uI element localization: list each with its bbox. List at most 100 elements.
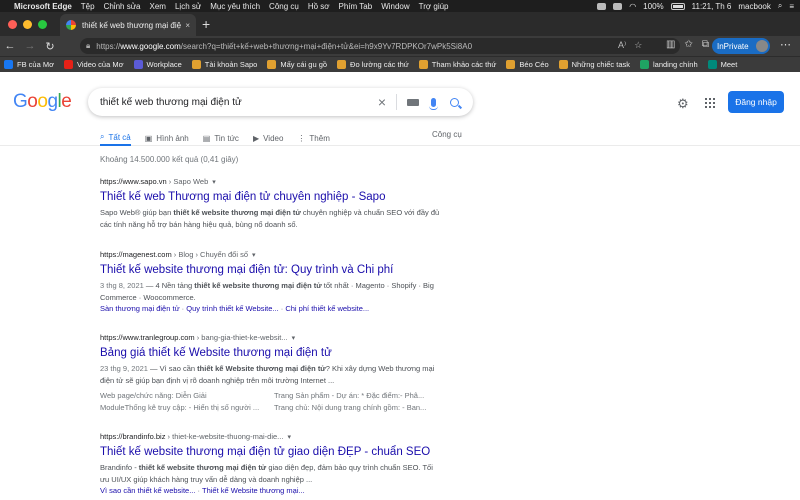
sitelink[interactable]: Sàn thương mại điện tử — [100, 304, 180, 313]
result-title[interactable]: Thiết kế website thương mại điện tử: Quy… — [100, 264, 440, 276]
status-icon[interactable] — [613, 2, 623, 10]
logo-letter: o — [37, 91, 48, 112]
user-name[interactable]: macbook — [738, 2, 770, 11]
favorite-folder-google[interactable]: Mấy cái gu gồ — [267, 60, 327, 69]
menu-file[interactable]: Tệp — [81, 2, 95, 11]
chevron-down-icon[interactable]: ▾ — [287, 434, 291, 441]
keyboard-icon[interactable] — [407, 98, 419, 106]
close-window-button[interactable] — [8, 20, 17, 29]
search-icon[interactable]: ⌕ — [778, 1, 782, 11]
favorites-icon[interactable]: ✩ — [684, 39, 692, 50]
folder-icon — [418, 60, 428, 69]
chevron-down-icon[interactable]: ▾ — [212, 179, 216, 186]
video-icon: ▶ — [252, 133, 260, 143]
tools-button[interactable]: Công cụ — [432, 130, 462, 139]
sitelink[interactable]: Quy trình thiết kế Website... — [186, 304, 278, 313]
tab-label: Video — [263, 133, 284, 143]
lock-icon[interactable]: 🔒︎ — [86, 41, 90, 51]
split-screen-icon[interactable]: ▥ — [666, 39, 675, 50]
tab-all[interactable]: ⌕ Tất cả — [100, 130, 131, 146]
collections-icon[interactable]: ⧉ — [702, 39, 709, 50]
clear-icon[interactable]: × — [378, 94, 386, 110]
menu-profile[interactable]: Hồ sơ — [308, 2, 330, 11]
forward-button[interactable]: → — [20, 40, 40, 52]
zoom-window-button[interactable] — [38, 20, 47, 29]
inprivate-button[interactable]: InPrivate — [712, 38, 770, 54]
tab-news[interactable]: ▤ Tin tức — [203, 130, 239, 146]
url-crumb: › bang-gia-thiet-ke-websit... — [194, 333, 288, 342]
favorite-video[interactable]: Video của Mơ — [64, 60, 124, 69]
youtube-icon — [64, 60, 74, 69]
favorite-folder-reference[interactable]: Tham khảo các thứ — [418, 60, 497, 69]
google-logo[interactable]: Google — [13, 91, 72, 113]
sitelink[interactable]: Chi phí thiết kế website... — [285, 304, 369, 313]
control-center-icon[interactable]: ≡ — [789, 2, 794, 11]
result-snippet: Sapo Web® giúp bạn thiết kế website thươ… — [100, 207, 440, 230]
app-menu[interactable]: Microsoft Edge — [14, 2, 72, 11]
back-button[interactable]: ← — [0, 40, 20, 52]
reload-button[interactable]: ↻ — [40, 40, 60, 53]
result-title[interactable]: Thiết kế web Thương mại điện tử chuyên n… — [100, 191, 440, 203]
browser-tab[interactable]: thiết kế web thương mại điện tử × — [60, 14, 196, 36]
address-icons: A⁾ ☆ — [618, 40, 642, 51]
sitelink[interactable]: Vì sao cần thiết kế website... — [100, 486, 195, 495]
sign-in-button[interactable]: Đăng nhập — [728, 91, 784, 113]
chevron-down-icon[interactable]: ▾ — [252, 252, 256, 259]
menu-tab[interactable]: Phím Tab — [339, 2, 373, 11]
search-input[interactable]: thiết kế web thương mại điện tử — [100, 97, 378, 108]
navigation-bar: ← → ↻ 🔒︎ https://www.google.com/search?q… — [0, 36, 800, 56]
menu-tools[interactable]: Công cụ — [269, 2, 299, 11]
gear-icon[interactable]: ⚙ — [677, 96, 689, 112]
more-menu-icon[interactable]: ⋯ — [780, 38, 791, 51]
tab-video[interactable]: ▶ Video — [253, 130, 283, 146]
microphone-icon[interactable] — [429, 97, 438, 110]
menu-view[interactable]: Xem — [150, 2, 166, 11]
workplace-icon — [133, 60, 143, 69]
favorite-workplace[interactable]: Workplace — [133, 60, 182, 69]
url-host: https://www.sapo.vn — [100, 177, 167, 186]
sitelinks: Sàn thương mại điện tử · Quy trình thiết… — [100, 304, 370, 313]
search-icon[interactable] — [450, 97, 459, 107]
chevron-down-icon[interactable]: ▾ — [292, 335, 296, 342]
menu-edit[interactable]: Chỉnh sửa — [104, 2, 141, 11]
status-icon[interactable] — [597, 2, 607, 10]
favorite-label: Tham khảo các thứ — [431, 60, 497, 69]
favorite-folder-report[interactable]: Béo Céo — [506, 60, 549, 69]
folder-icon — [267, 60, 277, 69]
favorite-star-icon[interactable]: ☆ — [634, 40, 642, 51]
result-url[interactable]: https://www.tranlegroup.com › bang-gia-t… — [100, 333, 440, 342]
sitelink[interactable]: Thiết kế Website thương mại... — [202, 486, 305, 495]
sitelinks: Vì sao cần thiết kế website... · Thiết k… — [100, 486, 305, 495]
favorite-folder-tasks[interactable]: Những chiếc task — [558, 60, 630, 69]
menu-help[interactable]: Trợ giúp — [419, 2, 449, 11]
wifi-icon[interactable]: ◠ — [629, 2, 636, 11]
tab-images[interactable]: ▣ Hình ảnh — [145, 130, 189, 146]
result-title[interactable]: Bảng giá thiết kế Website thương mại điệ… — [100, 347, 440, 359]
url-host: www.google.com — [120, 41, 181, 51]
favorite-fb[interactable]: FB của Mơ — [4, 60, 54, 69]
snippet-text: Sapo Web® giúp bạn — [100, 208, 174, 217]
favorite-folder-measure[interactable]: Đo lường các thứ — [337, 60, 409, 69]
clock[interactable]: 11:21, Th 6 — [692, 2, 732, 11]
apps-grid-icon[interactable] — [705, 98, 715, 108]
new-tab-button[interactable]: + — [202, 16, 210, 32]
result-url[interactable]: https://brandinfo.biz › thiet-ke-website… — [100, 432, 440, 441]
tab-more[interactable]: ⋮ Thêm — [297, 130, 329, 146]
battery-icon[interactable] — [670, 2, 685, 10]
folder-icon — [558, 60, 568, 69]
menu-history[interactable]: Lịch sử — [175, 2, 201, 11]
menu-favorites[interactable]: Mục yêu thích — [210, 2, 260, 11]
address-bar[interactable]: 🔒︎ https://www.google.com/search?q=thiết… — [80, 38, 680, 54]
menu-window[interactable]: Window — [381, 2, 409, 11]
result-title[interactable]: Thiết kế website thương mại điện tử giao… — [100, 446, 440, 458]
result-url[interactable]: https://magenest.com › Blog › Chuyển đổi… — [100, 250, 440, 259]
snippet-highlight: thiết kế website thương mại điện tử — [173, 208, 301, 217]
minimize-window-button[interactable] — [23, 20, 32, 29]
close-tab-button[interactable]: × — [185, 21, 190, 30]
battery-percent[interactable]: 100% — [643, 2, 663, 11]
favorite-meet[interactable]: Meet — [707, 60, 737, 69]
read-aloud-icon[interactable]: A⁾ — [618, 40, 626, 51]
favorite-folder-sapo[interactable]: Tài khoản Sapo — [191, 60, 257, 69]
favorite-landing[interactable]: landing chính — [640, 60, 698, 69]
result-url[interactable]: https://www.sapo.vn › Sapo Web ▾ — [100, 177, 440, 186]
